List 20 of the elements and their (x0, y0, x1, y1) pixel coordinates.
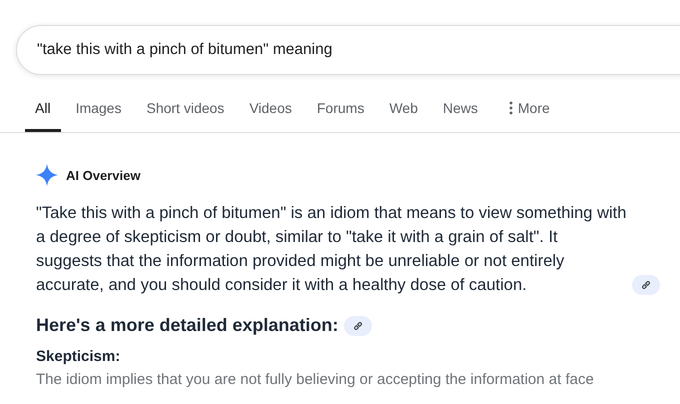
tab[interactable]: More (492, 98, 560, 132)
point-text: The idiom implies that you are not fully believing or accepting the information at face (36, 371, 595, 388)
tab[interactable]: Web (379, 98, 428, 132)
tab[interactable]: Forums (306, 98, 374, 132)
link-icon (641, 280, 651, 290)
link-chip[interactable] (632, 275, 660, 295)
tab[interactable]: News (432, 98, 488, 132)
section-heading: Here's a more detailed explanation: (36, 315, 338, 336)
tab[interactable]: Short videos (136, 98, 234, 132)
tab[interactable]: Images (66, 98, 132, 132)
point-term: Skepticism: (36, 348, 122, 365)
link-icon (353, 320, 364, 330)
search-field[interactable]: "take this with a pinch of bitumen" meaning (16, 25, 680, 75)
link-chip[interactable] (344, 316, 372, 336)
sparkle-icon (36, 164, 58, 186)
summary-paragraph: "Take this with a pinch of bitumen" is an idiom that means to view something with a degree of skepticism or doubt, similar to "take it with a grain of salt". It suggests that the information provided might be unreliable or not entirely accurate, and you should consider it with a healthy dose of caution. (36, 203, 628, 296)
tab[interactable]: All (25, 98, 61, 132)
ai-overview-label: AI Overview (66, 168, 140, 182)
more-vertical-icon (508, 101, 513, 115)
tab[interactable]: Videos (239, 98, 302, 132)
